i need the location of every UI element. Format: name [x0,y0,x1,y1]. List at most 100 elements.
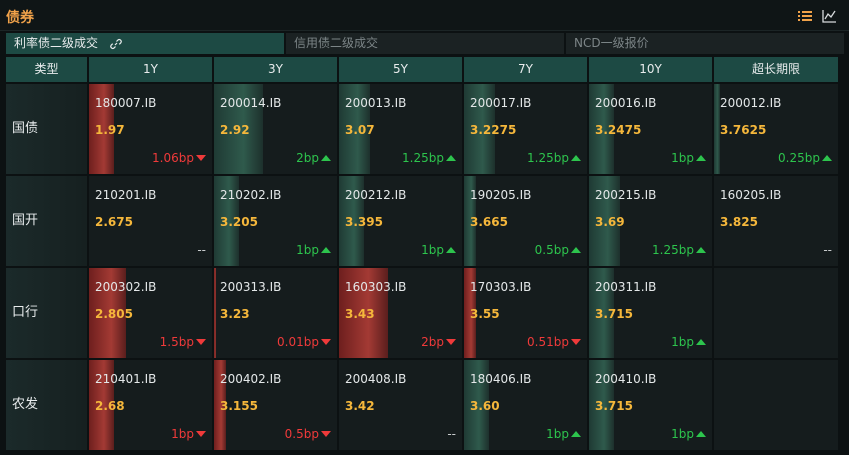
up-triangle-icon [571,431,581,437]
bond-code[interactable]: 200215.IB [595,188,656,202]
bond-cell[interactable]: 200215.IB 3.69 1.25bp [589,176,712,266]
bond-code[interactable]: 210202.IB [220,188,281,202]
bond-yield: 2.92 [220,123,250,137]
change-value: 1.25bp [652,243,694,257]
bond-yield: 3.825 [720,215,758,229]
bond-cell[interactable]: 200013.IB 3.07 1.25bp [339,84,462,174]
bond-code[interactable]: 160205.IB [720,188,781,202]
bond-cell[interactable]: 160303.IB 3.43 2bp [339,268,462,358]
bond-code[interactable]: 200013.IB [345,96,406,110]
bond-yield: 3.715 [595,307,633,321]
bond-cell[interactable]: 210202.IB 3.205 1bp [214,176,337,266]
column-header-10y[interactable]: 10Y [589,57,712,82]
bond-cell[interactable]: 200014.IB 2.92 2bp [214,84,337,174]
bond-change: 0.25bp [778,151,832,165]
bond-cell[interactable]: 200402.IB 3.155 0.5bp [214,360,337,450]
up-triangle-icon [696,247,706,253]
bond-cell[interactable]: 160205.IB 3.825 -- [714,176,838,266]
bond-grid: 类型 1Y 3Y 5Y 7Y 10Y 超长期限 国债 180007.IB 1.97 1… [6,57,844,452]
up-triangle-icon [321,247,331,253]
header-row: 类型 1Y 3Y 5Y 7Y 10Y 超长期限 [6,57,844,82]
chart-icon[interactable] [821,8,837,24]
up-triangle-icon [321,155,331,161]
header-icons [797,8,837,24]
bond-yield: 3.43 [345,307,375,321]
bond-code[interactable]: 180007.IB [95,96,156,110]
bond-code[interactable]: 200311.IB [595,280,656,294]
bond-code[interactable]: 160303.IB [345,280,406,294]
row-label: 口行 [6,268,87,358]
bond-cell[interactable]: 200408.IB 3.42 -- [339,360,462,450]
up-triangle-icon [696,431,706,437]
bond-cell[interactable]: 210201.IB 2.675 -- [89,176,212,266]
tab-label: 信用债二级成交 [294,36,379,50]
table-row: 农发 210401.IB 2.68 1bp 200402.IB 3.155 0.5bp 200… [6,360,844,450]
tab-label: NCD一级报价 [574,36,649,50]
bond-code[interactable]: 200014.IB [220,96,281,110]
change-value: 1bp [671,427,694,441]
tab-rate-bond-secondary[interactable]: 利率债二级成交 [6,33,284,54]
bond-change: 0.5bp [285,427,331,441]
bond-yield: 3.155 [220,399,258,413]
up-triangle-icon [446,155,456,161]
bond-change: 1bp [171,427,206,441]
bond-cell[interactable]: 180007.IB 1.97 1.06bp [89,84,212,174]
column-header-type[interactable]: 类型 [6,57,87,82]
down-triangle-icon [571,339,581,345]
bond-yield: 3.665 [470,215,508,229]
column-header-3y[interactable]: 3Y [214,57,337,82]
bond-code[interactable]: 200302.IB [95,280,156,294]
bond-code[interactable]: 200012.IB [720,96,781,110]
table-row: 国开 210201.IB 2.675 -- 210202.IB 3.205 1bp 20021… [6,176,844,266]
bond-change: 1bp [296,243,331,257]
bond-cell[interactable]: 200017.IB 3.2275 1.25bp [464,84,587,174]
panel-header: 债券 [0,0,849,31]
bond-code[interactable]: 210401.IB [95,372,156,386]
bond-cell[interactable]: 210401.IB 2.68 1bp [89,360,212,450]
bond-code[interactable]: 190205.IB [470,188,531,202]
bond-cell[interactable]: 200302.IB 2.805 1.5bp [89,268,212,358]
bond-yield: 3.7625 [720,123,767,137]
bond-change: 1bp [671,151,706,165]
link-icon[interactable] [110,38,122,50]
bond-cell[interactable]: 200313.IB 3.23 0.01bp [214,268,337,358]
bond-code[interactable]: 200017.IB [470,96,531,110]
bond-code[interactable]: 210201.IB [95,188,156,202]
up-triangle-icon [446,247,456,253]
bond-yield: 2.68 [95,399,125,413]
list-icon[interactable] [797,8,813,24]
column-header-ultra-long[interactable]: 超长期限 [714,57,838,82]
row-label: 农发 [6,360,87,450]
bond-yield: 3.42 [345,399,375,413]
bond-code[interactable]: 200016.IB [595,96,656,110]
bond-change: 1bp [671,335,706,349]
down-triangle-icon [321,339,331,345]
tab-ncd-primary-quote[interactable]: NCD一级报价 [566,33,844,54]
bond-code[interactable]: 200212.IB [345,188,406,202]
bond-cell[interactable]: 200016.IB 3.2475 1bp [589,84,712,174]
bond-change: 1bp [671,427,706,441]
bond-cell[interactable]: 200012.IB 3.7625 0.25bp [714,84,838,174]
bond-code[interactable]: 200313.IB [220,280,281,294]
up-triangle-icon [822,155,832,161]
bond-code[interactable]: 200408.IB [345,372,406,386]
tab-credit-bond-secondary[interactable]: 信用债二级成交 [286,33,564,54]
bond-cell[interactable]: 170303.IB 3.55 0.51bp [464,268,587,358]
bond-code[interactable]: 200402.IB [220,372,281,386]
bond-cell[interactable]: 180406.IB 3.60 1bp [464,360,587,450]
down-triangle-icon [196,155,206,161]
bond-change: 1bp [421,243,456,257]
column-header-1y[interactable]: 1Y [89,57,212,82]
up-triangle-icon [571,247,581,253]
bond-cell[interactable]: 200212.IB 3.395 1bp [339,176,462,266]
bond-code[interactable]: 200410.IB [595,372,656,386]
bond-cell[interactable]: 190205.IB 3.665 0.5bp [464,176,587,266]
bond-code[interactable]: 180406.IB [470,372,531,386]
change-value: 0.25bp [778,151,820,165]
column-header-7y[interactable]: 7Y [464,57,587,82]
bond-cell[interactable]: 200410.IB 3.715 1bp [589,360,712,450]
bond-code[interactable]: 170303.IB [470,280,531,294]
bond-change: 0.5bp [535,243,581,257]
column-header-5y[interactable]: 5Y [339,57,462,82]
bond-cell[interactable]: 200311.IB 3.715 1bp [589,268,712,358]
